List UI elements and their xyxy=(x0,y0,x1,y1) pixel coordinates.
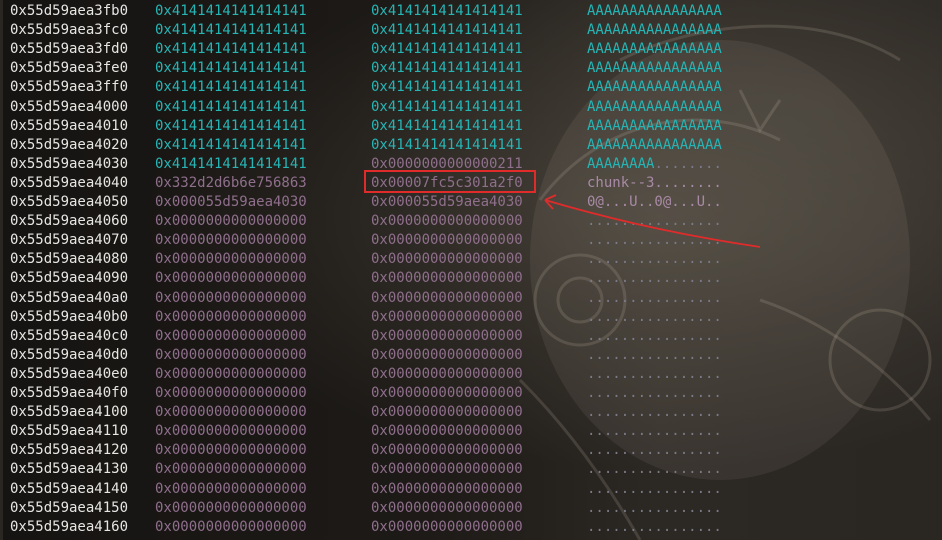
annotation-arrow xyxy=(544,194,761,248)
